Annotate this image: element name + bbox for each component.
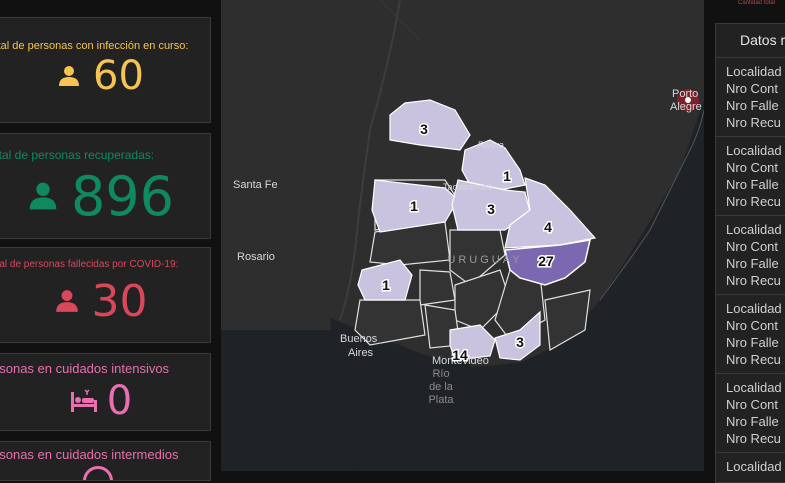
field-fallecidos: Nro Falle (726, 335, 779, 350)
person-icon (54, 288, 80, 314)
list-item[interactable]: Localidad Nro Cont Nro Falle Nro Recu (716, 373, 785, 447)
label-rosario: Rosario (237, 251, 275, 263)
label-porto: Porto (672, 88, 698, 100)
list-item[interactable]: Localidad Nro Cont Nro Falle Nro Recu (716, 57, 785, 131)
card-recovered: Total de personas recuperadas: 896 (0, 133, 211, 239)
card-intermediate-care: Personas en cuidados intermedios (0, 441, 211, 481)
count-cerro-largo: 4 (544, 219, 552, 235)
field-fallecidos: Nro Falle (726, 256, 779, 271)
count-tacuarembo: 3 (487, 201, 495, 217)
field-recuperados: Nro Recu (726, 273, 781, 288)
person-icon (57, 64, 81, 88)
dept-flores (419, 269, 456, 306)
card-active-infections: Total de personas con infección en curso… (0, 17, 211, 123)
label-rivera: Rivera (478, 140, 504, 150)
total-note: Cantidad total (738, 0, 776, 6)
count-canelones: 14 (452, 347, 468, 363)
label-rio: Río (432, 368, 449, 380)
field-localidad: Localidad (726, 222, 782, 237)
list-item[interactable]: Localidad (716, 452, 785, 475)
intermediate-care-value-partial (83, 466, 113, 480)
list-item[interactable]: Localidad Nro Cont Nro Falle Nro Recu (716, 215, 785, 289)
card-title: Total de personas recuperadas: (0, 148, 155, 162)
field-localidad: Localidad (726, 459, 782, 474)
field-contagios: Nro Cont (726, 318, 779, 333)
list-item[interactable]: Localidad Nro Cont Nro Falle Nro Recu (716, 294, 785, 368)
count-maldonado: 3 (516, 334, 524, 350)
field-recuperados: Nro Recu (726, 194, 781, 209)
field-contagios: Nro Cont (726, 160, 779, 175)
field-contagios: Nro Cont (726, 397, 779, 412)
field-localidad: Localidad (726, 143, 782, 158)
label-tacuarembo: Tacuarembó (443, 182, 493, 192)
count-soriano: 1 (382, 277, 390, 293)
field-fallecidos: Nro Falle (726, 98, 779, 113)
hospital-bed-icon (69, 388, 99, 414)
card-title: Personas en cuidados intermedios (0, 447, 179, 462)
card-title: Personas en cuidados intensivos (0, 361, 170, 376)
count-rivera: 1 (503, 168, 511, 184)
list-item[interactable]: Localidad Nro Cont Nro Falle Nro Recu (716, 136, 785, 210)
card-title: Total de personas con infección en curso… (0, 40, 189, 52)
map-view[interactable]: Santa Fe Rosario Buenos Aires Montevideo… (221, 0, 704, 471)
intensive-care-value: 0 (106, 378, 133, 424)
deceased-value: 30 (91, 275, 148, 327)
field-recuperados: Nro Recu (726, 352, 781, 367)
label-plata: Plata (428, 394, 454, 406)
field-recuperados: Nro Recu (726, 431, 781, 446)
recovered-value: 896 (70, 164, 175, 228)
label-buenos: Buenos (340, 333, 378, 345)
panel-title: Datos r (740, 32, 785, 48)
data-panel[interactable]: Datos r Localidad Nro Cont Nro Falle Nro… (715, 23, 785, 483)
person-icon (27, 180, 59, 212)
count-treinta-y-tres: 27 (538, 253, 554, 269)
card-deceased: Total de personas fallecidas por COVID-1… (0, 247, 211, 343)
count-artigas: 3 (420, 121, 428, 137)
field-localidad: Localidad (726, 380, 782, 395)
active-infections-value: 60 (93, 53, 144, 99)
label-alegre: Alegre (670, 101, 702, 113)
field-contagios: Nro Cont (726, 239, 779, 254)
count-paysandu: 1 (410, 198, 418, 214)
card-title: Total de personas fallecidas por COVID-1… (0, 259, 179, 270)
card-intensive-care: Personas en cuidados intensivos 0 (0, 353, 211, 431)
field-fallecidos: Nro Falle (726, 414, 779, 429)
label-aires: Aires (348, 347, 374, 359)
label-de-la: de la (429, 381, 454, 393)
field-contagios: Nro Cont (726, 81, 779, 96)
field-fallecidos: Nro Falle (726, 177, 779, 192)
label-country: URUGUAY (447, 254, 522, 266)
label-santa-fe: Santa Fe (233, 179, 278, 191)
field-localidad: Localidad (726, 301, 782, 316)
field-localidad: Localidad (726, 64, 782, 79)
field-recuperados: Nro Recu (726, 115, 781, 130)
